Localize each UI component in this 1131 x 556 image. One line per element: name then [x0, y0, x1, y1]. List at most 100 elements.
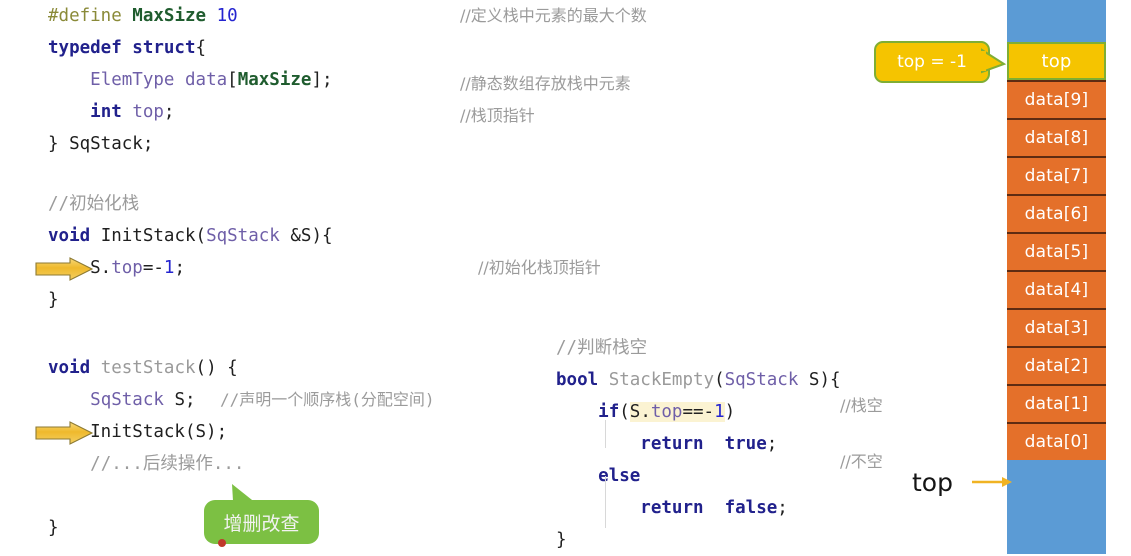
arrow-to-init-top-line: [35, 257, 94, 281]
code-token: top: [132, 102, 164, 122]
code-token: return: [640, 498, 704, 518]
stack-cell: data[6]: [1007, 194, 1106, 232]
code-token: top: [111, 258, 143, 278]
code-token: MaxSize: [237, 70, 312, 90]
callout-top-value-label: top = -1: [897, 52, 967, 72]
arrow-to-initstack-call: [35, 421, 94, 445]
comment-stack-not-empty: //不空: [840, 452, 883, 471]
code-token: (: [619, 402, 630, 422]
code-token: {: [195, 38, 207, 58]
stack-free-space-upper: [1007, 0, 1106, 42]
code-token: &S){: [279, 226, 333, 246]
indent-guide: [605, 476, 606, 528]
stack-cell: data[7]: [1007, 156, 1106, 194]
code-token: true: [724, 434, 767, 454]
arrow-top-pointer-to-stack: [972, 477, 1012, 487]
code-token: }: [48, 518, 59, 538]
code-token: SqStack: [724, 370, 799, 390]
comment-top-pointer: //栈顶指针: [460, 106, 535, 125]
code-line: SqStack S;: [48, 384, 244, 416]
code-token: ): [724, 402, 736, 422]
code-token: MaxSize: [132, 6, 207, 26]
code-token: 1: [163, 258, 175, 278]
code-token: ==: [682, 402, 704, 422]
code-token: void: [48, 358, 91, 378]
stack-cell-label: data[4]: [1024, 280, 1089, 300]
code-token: -: [153, 258, 164, 278]
code-token: #define: [48, 6, 133, 26]
code-token: (: [714, 370, 725, 390]
code-line: int top;: [48, 96, 333, 128]
code-token: 1: [714, 402, 725, 422]
code-token: =: [142, 258, 154, 278]
code-block-struct-definition: #define MaxSize 10 typedef struct{ ElemTy…: [48, 0, 333, 160]
code-token: int: [90, 102, 122, 122]
code-token: S.: [629, 402, 651, 422]
code-token: 10: [216, 6, 238, 26]
code-token: [: [227, 70, 238, 90]
callout-crud-anchor-dot: [218, 539, 226, 547]
code-line: ElemType data[MaxSize];: [48, 64, 333, 96]
code-token: top: [650, 402, 683, 422]
code-token: typedef struct: [48, 38, 196, 58]
stack-cell-label: data[0]: [1024, 432, 1089, 452]
stack-cell-label: data[5]: [1024, 242, 1089, 262]
code-token: ];: [311, 70, 333, 90]
stack-diagram: top data[9] data[8] data[7] data[6] data[5] d…: [1007, 0, 1106, 554]
stack-cell-label: data[2]: [1024, 356, 1089, 376]
code-token: SqStack: [206, 226, 280, 246]
comment-declare-stack: //声明一个顺序栈(分配空间): [220, 390, 435, 409]
indent-guide: [605, 420, 606, 448]
code-line: } SqStack;: [48, 128, 333, 160]
code-line: }: [556, 524, 841, 556]
code-token: if: [598, 402, 620, 422]
code-token: //...后续操作...: [90, 454, 245, 474]
code-token: ;: [163, 102, 175, 122]
stack-cell-label: data[7]: [1024, 166, 1089, 186]
code-token: bool: [556, 370, 599, 390]
callout-top-value: top = -1: [874, 41, 990, 83]
code-token: ElemType: [90, 70, 175, 90]
code-token: (: [195, 226, 207, 246]
comment-init-top-pointer: //初始化栈顶指针: [478, 258, 601, 277]
stack-cell: data[9]: [1007, 80, 1106, 118]
code-line: }: [48, 284, 333, 316]
code-token: data: [185, 70, 228, 90]
stack-cell-top-label: top: [1041, 50, 1072, 72]
code-token: ;: [766, 434, 778, 454]
stack-cell: data[8]: [1007, 118, 1106, 156]
callout-top-value-tail: [978, 48, 1007, 74]
stack-cell-label: data[8]: [1024, 128, 1089, 148]
code-line: //...后续操作...: [48, 448, 244, 480]
code-line: //初始化栈: [48, 188, 333, 220]
stack-cell: data[4]: [1007, 270, 1106, 308]
comment-stack-empty: //栈空: [840, 396, 883, 415]
code-token: }: [48, 290, 59, 310]
stack-cell: data[5]: [1007, 232, 1106, 270]
code-token: testStack: [100, 358, 196, 378]
code-token: ;: [777, 498, 788, 518]
code-line: void testStack() {: [48, 352, 244, 384]
code-token: -: [703, 402, 715, 422]
code-token: () {: [195, 358, 238, 378]
code-token: SqStack: [90, 390, 164, 410]
code-line: typedef struct{: [48, 32, 333, 64]
code-line: //判断栈空: [556, 332, 841, 364]
code-token: S;: [163, 390, 196, 410]
callout-crud: 增删改查: [204, 500, 319, 544]
code-token: }: [556, 530, 567, 550]
stack-cell-label: data[1]: [1024, 394, 1089, 414]
code-token: InitStack: [100, 226, 196, 246]
code-token: ;: [174, 258, 186, 278]
stack-cell: data[0]: [1007, 422, 1106, 460]
